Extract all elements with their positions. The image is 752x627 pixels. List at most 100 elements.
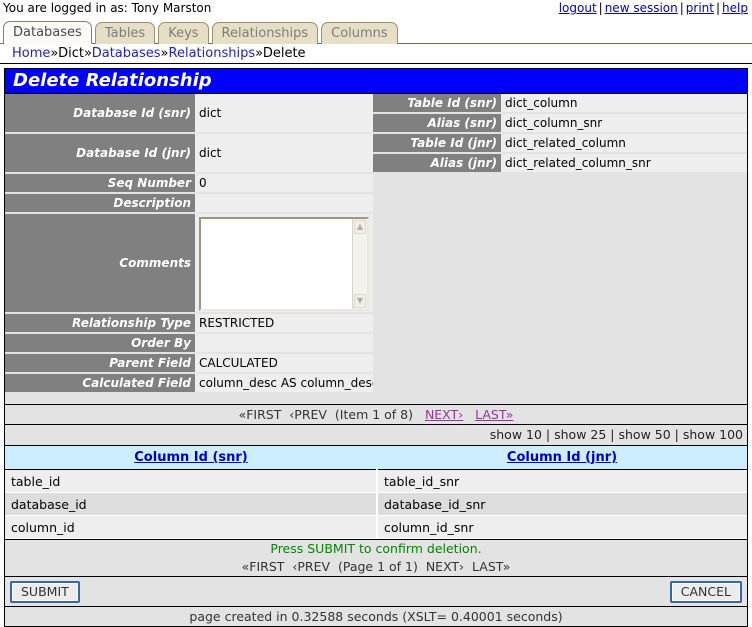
value-database-id-snr: dict xyxy=(195,94,373,134)
main-frame: Delete Relationship Database Id (snr) di… xyxy=(4,68,748,627)
tab-relationships[interactable]: Relationships xyxy=(211,22,319,44)
value-table-id-snr: dict_column xyxy=(501,94,747,114)
logged-in-text: You are logged in as: Tony Marston xyxy=(3,1,212,15)
comments-textarea[interactable]: ▲ ▼ xyxy=(199,217,369,311)
field-row-database-id-jnr: Database Id (jnr) dict xyxy=(5,134,373,174)
breadcrumb-item-relationships[interactable]: Relationships xyxy=(169,46,256,61)
label-table-id-snr: Table Id (snr) xyxy=(373,94,501,114)
breadcrumb-separator: » xyxy=(255,46,263,61)
field-row-alias-jnr: Alias (jnr) dict_related_column_snr xyxy=(373,154,747,174)
value-alias-jnr: dict_related_column_snr xyxy=(501,154,747,174)
label-alias-jnr: Alias (jnr) xyxy=(373,154,501,174)
field-row-description: Description xyxy=(5,194,373,214)
page-last-link: LAST» xyxy=(472,559,511,574)
label-calculated-field: Calculated Field xyxy=(5,374,195,394)
label-comments: Comments xyxy=(5,214,195,314)
field-row-calculated-field: Calculated Field column_desc AS column_d… xyxy=(5,374,373,394)
column-header-column-id-snr[interactable]: Column Id (snr) xyxy=(5,445,377,470)
field-row-table-id-snr: Table Id (snr) dict_column xyxy=(373,94,747,114)
detail-right-column: Table Id (snr) dict_column Alias (snr) d… xyxy=(373,94,747,404)
table-row: column_id column_id_snr xyxy=(5,515,747,539)
help-link[interactable]: help xyxy=(722,1,748,15)
table-header-row: Column Id (snr) Column Id (jnr) xyxy=(5,445,747,470)
cell-column-id-snr: column_id xyxy=(5,515,377,539)
item-next-link[interactable]: NEXT› xyxy=(425,407,463,422)
scroll-down-arrow-icon[interactable]: ▼ xyxy=(354,294,366,308)
tab-databases[interactable]: Databases xyxy=(3,21,92,44)
scroll-up-arrow-icon[interactable]: ▲ xyxy=(354,220,366,234)
field-row-parent-field: Parent Field CALCULATED xyxy=(5,354,373,374)
breadcrumb-item-home[interactable]: Home xyxy=(12,46,50,61)
table-row: table_id table_id_snr xyxy=(5,469,747,493)
tab-strip: Databases Tables Keys Relationships Colu… xyxy=(0,16,752,44)
field-row-order-by: Order By xyxy=(5,334,373,354)
detail-form: Database Id (snr) dict Database Id (jnr)… xyxy=(5,94,747,404)
cancel-button[interactable]: CANCEL xyxy=(669,580,742,603)
cell-column-id-jnr: column_id_snr xyxy=(376,515,747,539)
show-10-link[interactable]: show 10 xyxy=(490,427,542,442)
confirmation-message: Press SUBMIT to confirm deletion. xyxy=(5,539,747,558)
cell-column-id-jnr: table_id_snr xyxy=(376,469,747,493)
link-separator: | xyxy=(716,1,721,15)
page-timing-footer: page created in 0.32588 seconds (XSLT= 0… xyxy=(5,606,747,626)
cell-column-id-snr: database_id xyxy=(5,492,377,516)
comments-scrollbar[interactable]: ▲ ▼ xyxy=(352,219,367,309)
top-status-bar: You are logged in as: Tony Marston logou… xyxy=(0,0,752,16)
page-pagination: «FIRST ‹PREV (Page 1 of 1) NEXT› LAST» xyxy=(5,558,747,576)
show-100-link[interactable]: show 100 xyxy=(683,427,743,442)
field-row-database-id-snr: Database Id (snr) dict xyxy=(5,94,373,134)
column-header-column-id-jnr[interactable]: Column Id (jnr) xyxy=(377,445,747,470)
breadcrumb: Home»Dict»Databases»Relationships»Delete xyxy=(0,44,752,64)
field-row-alias-snr: Alias (snr) dict_column_snr xyxy=(373,114,747,134)
child-list-table: Column Id (snr) Column Id (jnr) table_id… xyxy=(5,445,747,539)
page-prev-link: ‹PREV xyxy=(292,559,331,574)
breadcrumb-item-dict: Dict xyxy=(58,46,84,61)
top-links: logout | new session | print | help xyxy=(559,1,750,15)
label-database-id-jnr: Database Id (jnr) xyxy=(5,134,195,174)
item-last-link[interactable]: LAST» xyxy=(475,407,513,422)
breadcrumb-separator: » xyxy=(160,46,169,61)
comments-cell: ▲ ▼ xyxy=(195,214,373,314)
show-25-link[interactable]: show 25 xyxy=(554,427,606,442)
value-table-id-jnr: dict_related_column xyxy=(501,134,747,154)
value-seq-number: 0 xyxy=(195,174,373,194)
page-next-link: NEXT› xyxy=(425,559,465,574)
show-options: show 10 | show 25 | show 50 | show 100 xyxy=(5,424,747,445)
cell-column-id-snr: table_id xyxy=(5,469,377,493)
tab-tables[interactable]: Tables xyxy=(94,22,156,44)
show-separator: | xyxy=(674,427,679,442)
item-position-text: (Item 1 of 8) xyxy=(334,407,414,422)
page-title: Delete Relationship xyxy=(5,69,747,94)
breadcrumb-item-databases[interactable]: Databases xyxy=(92,46,161,61)
detail-left-column: Database Id (snr) dict Database Id (jnr)… xyxy=(5,94,373,404)
label-seq-number: Seq Number xyxy=(5,174,195,194)
field-row-relationship-type: Relationship Type RESTRICTED xyxy=(5,314,373,334)
value-calculated-field: column_desc AS column_desc_snr xyxy=(195,374,373,394)
show-50-link[interactable]: show 50 xyxy=(618,427,670,442)
print-link[interactable]: print xyxy=(686,1,714,15)
link-separator: | xyxy=(598,1,603,15)
label-order-by: Order By xyxy=(5,334,195,354)
page-first-link: «FIRST xyxy=(241,559,285,574)
label-relationship-type: Relationship Type xyxy=(5,314,195,334)
tab-columns[interactable]: Columns xyxy=(321,22,398,44)
value-order-by xyxy=(195,334,373,354)
cell-column-id-jnr: database_id_snr xyxy=(376,492,747,516)
submit-button[interactable]: SUBMIT xyxy=(10,580,80,603)
link-separator: | xyxy=(679,1,684,15)
field-row-comments: Comments ▲ ▼ xyxy=(5,214,373,314)
label-alias-snr: Alias (snr) xyxy=(373,114,501,134)
logout-link[interactable]: logout xyxy=(559,1,597,15)
label-description: Description xyxy=(5,194,195,214)
table-row: database_id database_id_snr xyxy=(5,492,747,516)
detail-right-spacer xyxy=(373,174,747,404)
field-row-table-id-jnr: Table Id (jnr) dict_related_column xyxy=(373,134,747,154)
tab-keys[interactable]: Keys xyxy=(158,22,209,44)
item-first-link: «FIRST xyxy=(238,407,282,422)
item-pagination: «FIRST ‹PREV (Item 1 of 8) NEXT› LAST» xyxy=(5,404,747,424)
field-row-seq-number: Seq Number 0 xyxy=(5,174,373,194)
page-position-text: (Page 1 of 1) xyxy=(337,559,418,574)
value-alias-snr: dict_column_snr xyxy=(501,114,747,134)
breadcrumb-separator: » xyxy=(84,46,92,61)
new-session-link[interactable]: new session xyxy=(605,1,678,15)
